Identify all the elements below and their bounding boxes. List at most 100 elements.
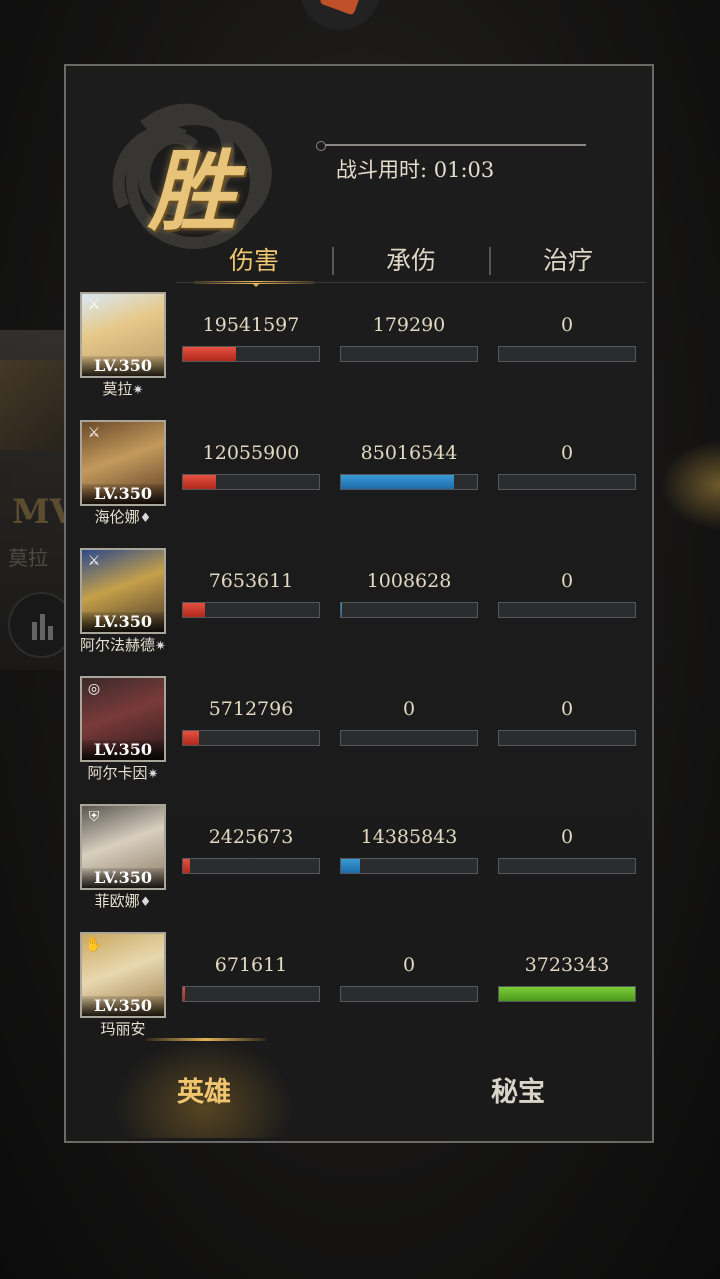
hero-healing-bar — [498, 858, 636, 874]
hero-name-text: 菲欧娜 — [94, 892, 140, 910]
hero-damage-taken-value: 14385843 — [360, 826, 458, 848]
hero-row[interactable]: ⚔ LV.350 阿尔法赫德✷ 7653611 1008628 0 — [80, 548, 640, 668]
hero-healing-bar — [498, 986, 636, 1002]
hero-name: 阿尔法赫德✷ — [70, 634, 176, 655]
hero-name: 菲欧娜♦ — [70, 890, 176, 911]
tab-treasures[interactable]: 秘宝 — [418, 1070, 618, 1109]
hero-healing-value: 0 — [560, 314, 574, 336]
hero-damage-bar — [182, 986, 320, 1002]
hero-row[interactable]: ⛨ LV.350 菲欧娜♦ 2425673 14385843 0 — [80, 804, 640, 924]
hero-damage-taken-value: 0 — [402, 954, 416, 976]
bar-chart-icon — [32, 614, 53, 640]
hero-healing-bar — [498, 474, 636, 490]
tab-damage-taken[interactable]: 承伤 — [333, 241, 489, 277]
hero-healing-value: 0 — [560, 442, 574, 464]
hero-damage-taken-bar-fill — [341, 603, 342, 617]
hero-name: 莫拉✷ — [70, 378, 176, 399]
hero-damage-bar-fill — [183, 475, 216, 489]
hero-rank-gem-icon: ✷ — [155, 639, 166, 654]
hero-damage-taken-value: 85016544 — [360, 442, 458, 464]
hero-name-text: 海伦娜 — [94, 508, 140, 526]
hero-damage-taken-bar — [340, 602, 478, 618]
background-glow — [660, 440, 720, 530]
sword-icon: ⚔ — [87, 553, 101, 569]
tab-damage[interactable]: 伤害 — [176, 241, 332, 277]
hero-damage-taken-bar-fill — [341, 859, 360, 873]
victory-title: 胜 — [148, 139, 237, 243]
hero-healing-bar-fill — [499, 987, 635, 1001]
hero-damage-taken-value: 0 — [402, 698, 416, 720]
active-bottom-tab-indicator — [146, 1038, 266, 1041]
hero-damage-taken-value: 179290 — [372, 314, 446, 336]
hero-portrait[interactable]: ✋ LV.350 — [80, 932, 166, 1018]
hero-damage-value: 671611 — [214, 954, 288, 976]
hero-portrait[interactable]: ⚔ LV.350 — [80, 292, 166, 378]
shield-icon: ⛨ — [88, 809, 100, 825]
hero-healing-bar — [498, 730, 636, 746]
hero-damage-value: 5712796 — [208, 698, 294, 720]
hero-rank-gem-icon: ♦ — [139, 895, 152, 910]
hero-row[interactable]: ⚔ LV.350 海伦娜♦ 12055900 85016544 0 — [80, 420, 640, 540]
hero-healing-bar — [498, 602, 636, 618]
hero-name-text: 阿尔法赫德 — [80, 636, 156, 654]
hero-damage-value: 7653611 — [208, 570, 294, 592]
sword-icon: ⚔ — [87, 425, 101, 441]
hero-damage-value: 19541597 — [202, 314, 300, 336]
hero-damage-bar-fill — [183, 603, 205, 617]
hero-level: LV.350 — [82, 868, 164, 888]
hero-damage-value: 12055900 — [202, 442, 300, 464]
hero-damage-bar — [182, 602, 320, 618]
hero-healing-value: 3723343 — [524, 954, 610, 976]
hero-damage-bar-fill — [183, 731, 199, 745]
hero-name-text: 阿尔卡因 — [87, 764, 148, 782]
hero-name-text: 莫拉 — [102, 380, 133, 398]
hero-rank-gem-icon: ✷ — [147, 767, 159, 782]
hero-damage-bar — [182, 474, 320, 490]
bottom-tabs: 英雄 秘宝 — [66, 1026, 656, 1141]
hero-level: LV.350 — [82, 484, 164, 504]
hero-portrait[interactable]: ⚔ LV.350 — [80, 548, 166, 634]
hero-name: 海伦娜♦ — [70, 506, 176, 527]
hand-icon: ✋ — [85, 937, 103, 953]
tab-healing[interactable]: 治疗 — [490, 241, 646, 277]
hero-damage-bar-fill — [183, 347, 236, 361]
hero-portrait[interactable]: ⚔ LV.350 — [80, 420, 166, 506]
background-image — [0, 360, 70, 450]
tabs-divider — [176, 282, 646, 283]
hero-rank-gem-icon: ✷ — [132, 383, 144, 398]
background-mvp-name: 莫拉 — [8, 546, 48, 570]
hero-healing-value: 0 — [560, 570, 574, 592]
tab-heroes[interactable]: 英雄 — [104, 1070, 304, 1109]
battle-result-panel: 胜 战斗用时: 01:03 伤害 承伤 治疗 ⚔ LV.350 莫拉✷ 1954159… — [64, 64, 654, 1143]
hero-row[interactable]: ◎ LV.350 阿尔卡因✷ 5712796 0 0 — [80, 676, 640, 796]
hero-damage-taken-value: 1008628 — [366, 570, 452, 592]
hero-damage-taken-bar — [340, 474, 478, 490]
hero-portrait[interactable]: ⛨ LV.350 — [80, 804, 166, 890]
hero-healing-value: 0 — [560, 826, 574, 848]
hero-level: LV.350 — [82, 996, 164, 1016]
hero-damage-taken-bar — [340, 730, 478, 746]
hero-rank-gem-icon: ♦ — [139, 511, 152, 526]
top-badge-icon — [300, 0, 380, 30]
hero-name: 阿尔卡因✷ — [70, 762, 176, 783]
hero-healing-value: 0 — [560, 698, 574, 720]
hero-row[interactable]: ⚔ LV.350 莫拉✷ 19541597 179290 0 — [80, 292, 640, 412]
hero-damage-bar — [182, 858, 320, 874]
hero-damage-value: 2425673 — [208, 826, 294, 848]
hero-level: LV.350 — [82, 612, 164, 632]
hero-level: LV.350 — [82, 356, 164, 376]
hero-portrait[interactable]: ◎ LV.350 — [80, 676, 166, 762]
hero-level: LV.350 — [82, 740, 164, 760]
hero-damage-bar-fill — [183, 987, 185, 1001]
stat-tabs: 伤害 承伤 治疗 — [176, 241, 646, 287]
hero-damage-taken-bar — [340, 858, 478, 874]
hero-damage-taken-bar-fill — [341, 475, 454, 489]
title-divider — [316, 141, 586, 151]
swirl-icon: ◎ — [87, 681, 101, 697]
hero-damage-bar — [182, 730, 320, 746]
hero-damage-taken-bar — [340, 346, 478, 362]
sword-icon: ⚔ — [87, 297, 101, 313]
hero-damage-taken-bar — [340, 986, 478, 1002]
hero-healing-bar — [498, 346, 636, 362]
hero-damage-bar — [182, 346, 320, 362]
